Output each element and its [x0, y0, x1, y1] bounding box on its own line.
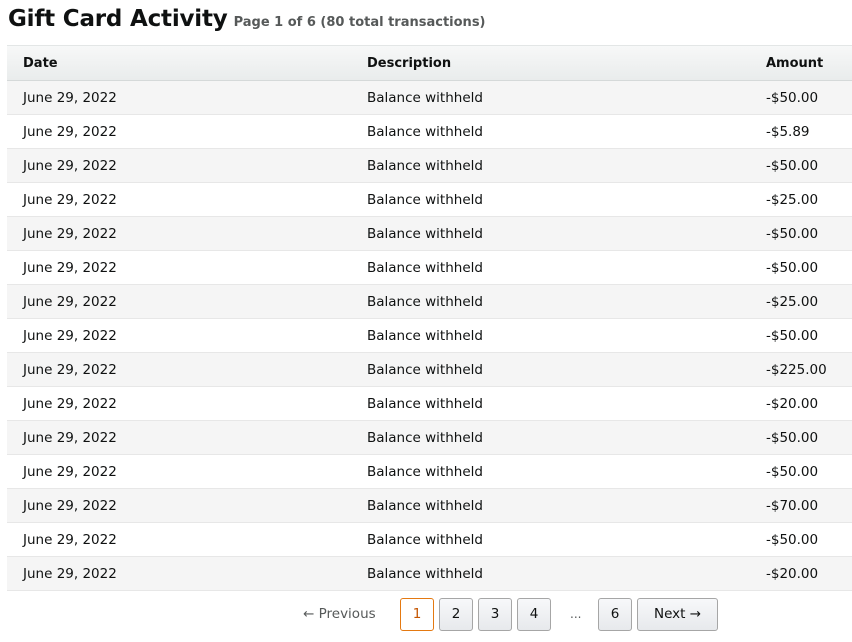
- page-button-6[interactable]: 6: [598, 598, 632, 631]
- table-row: June 29, 2022 Balance withheld -$20.00: [7, 387, 852, 421]
- table-row: June 29, 2022 Balance withheld -$50.00: [7, 319, 852, 353]
- table-row: June 29, 2022 Balance withheld -$50.00: [7, 251, 852, 285]
- cell-amount: -$50.00: [766, 463, 819, 480]
- cell-amount: -$50.00: [766, 429, 819, 446]
- table-row: June 29, 2022 Balance withheld -$25.00: [7, 285, 852, 319]
- cell-amount: -$25.00: [766, 293, 819, 310]
- table-row: June 29, 2022 Balance withheld -$50.00: [7, 81, 852, 115]
- cell-description: Balance withheld: [367, 429, 483, 446]
- cell-date: June 29, 2022: [23, 89, 117, 106]
- table-row: June 29, 2022 Balance withheld -$5.89: [7, 115, 852, 149]
- page-button-4[interactable]: 4: [517, 598, 551, 631]
- cell-amount: -$225.00: [766, 361, 827, 378]
- cell-amount: -$50.00: [766, 225, 819, 242]
- cell-date: June 29, 2022: [23, 259, 117, 276]
- cell-amount: -$20.00: [766, 565, 819, 582]
- table-body: June 29, 2022 Balance withheld -$50.00 June…: [7, 81, 852, 591]
- cell-date: June 29, 2022: [23, 395, 117, 412]
- column-header-amount: Amount: [766, 55, 824, 71]
- page-button-1[interactable]: 1: [400, 598, 434, 631]
- cell-amount: -$20.00: [766, 395, 819, 412]
- table-row: June 29, 2022 Balance withheld -$50.00: [7, 523, 852, 557]
- cell-description: Balance withheld: [367, 361, 483, 378]
- cell-amount: -$50.00: [766, 531, 819, 548]
- page-subtitle: Page 1 of 6 (80 total transactions): [233, 15, 486, 30]
- cell-description: Balance withheld: [367, 463, 483, 480]
- cell-date: June 29, 2022: [23, 157, 117, 174]
- page-title: Gift Card Activity: [8, 6, 228, 32]
- cell-date: June 29, 2022: [23, 293, 117, 310]
- cell-date: June 29, 2022: [23, 429, 117, 446]
- cell-date: June 29, 2022: [23, 327, 117, 344]
- cell-date: June 29, 2022: [23, 531, 117, 548]
- cell-amount: -$70.00: [766, 497, 819, 514]
- column-header-description: Description: [367, 55, 452, 71]
- cell-date: June 29, 2022: [23, 497, 117, 514]
- pagination: ← Previous 1 2 3 4 ... 6 Next →: [0, 598, 852, 631]
- cell-description: Balance withheld: [367, 191, 483, 208]
- cell-description: Balance withheld: [367, 259, 483, 276]
- table-header: Date Description Amount: [7, 46, 852, 81]
- page-button-2[interactable]: 2: [439, 598, 473, 631]
- previous-page-button[interactable]: ← Previous: [303, 598, 376, 631]
- cell-date: June 29, 2022: [23, 463, 117, 480]
- column-header-date: Date: [23, 55, 58, 71]
- cell-amount: -$50.00: [766, 327, 819, 344]
- cell-date: June 29, 2022: [23, 361, 117, 378]
- cell-amount: -$25.00: [766, 191, 819, 208]
- table-row: June 29, 2022 Balance withheld -$25.00: [7, 183, 852, 217]
- next-page-button[interactable]: Next →: [637, 598, 718, 631]
- page-header: Gift Card Activity Page 1 of 6 (80 total…: [8, 6, 486, 32]
- pagination-ellipsis: ...: [570, 607, 582, 621]
- cell-description: Balance withheld: [367, 157, 483, 174]
- cell-amount: -$50.00: [766, 157, 819, 174]
- cell-description: Balance withheld: [367, 225, 483, 242]
- cell-description: Balance withheld: [367, 531, 483, 548]
- cell-date: June 29, 2022: [23, 225, 117, 242]
- cell-description: Balance withheld: [367, 89, 483, 106]
- cell-description: Balance withheld: [367, 327, 483, 344]
- table-row: June 29, 2022 Balance withheld -$50.00: [7, 149, 852, 183]
- cell-amount: -$50.00: [766, 89, 819, 106]
- table-row: June 29, 2022 Balance withheld -$20.00: [7, 557, 852, 591]
- table-row: June 29, 2022 Balance withheld -$50.00: [7, 421, 852, 455]
- cell-description: Balance withheld: [367, 497, 483, 514]
- cell-description: Balance withheld: [367, 395, 483, 412]
- cell-date: June 29, 2022: [23, 191, 117, 208]
- cell-amount: -$50.00: [766, 259, 819, 276]
- cell-description: Balance withheld: [367, 565, 483, 582]
- table-row: June 29, 2022 Balance withheld -$225.00: [7, 353, 852, 387]
- cell-amount: -$5.89: [766, 123, 810, 140]
- cell-date: June 29, 2022: [23, 123, 117, 140]
- table-row: June 29, 2022 Balance withheld -$70.00: [7, 489, 852, 523]
- page-button-3[interactable]: 3: [478, 598, 512, 631]
- table-row: June 29, 2022 Balance withheld -$50.00: [7, 455, 852, 489]
- cell-description: Balance withheld: [367, 123, 483, 140]
- cell-date: June 29, 2022: [23, 565, 117, 582]
- table-row: June 29, 2022 Balance withheld -$50.00: [7, 217, 852, 251]
- cell-description: Balance withheld: [367, 293, 483, 310]
- transactions-table: Date Description Amount June 29, 2022 Bal…: [7, 45, 852, 591]
